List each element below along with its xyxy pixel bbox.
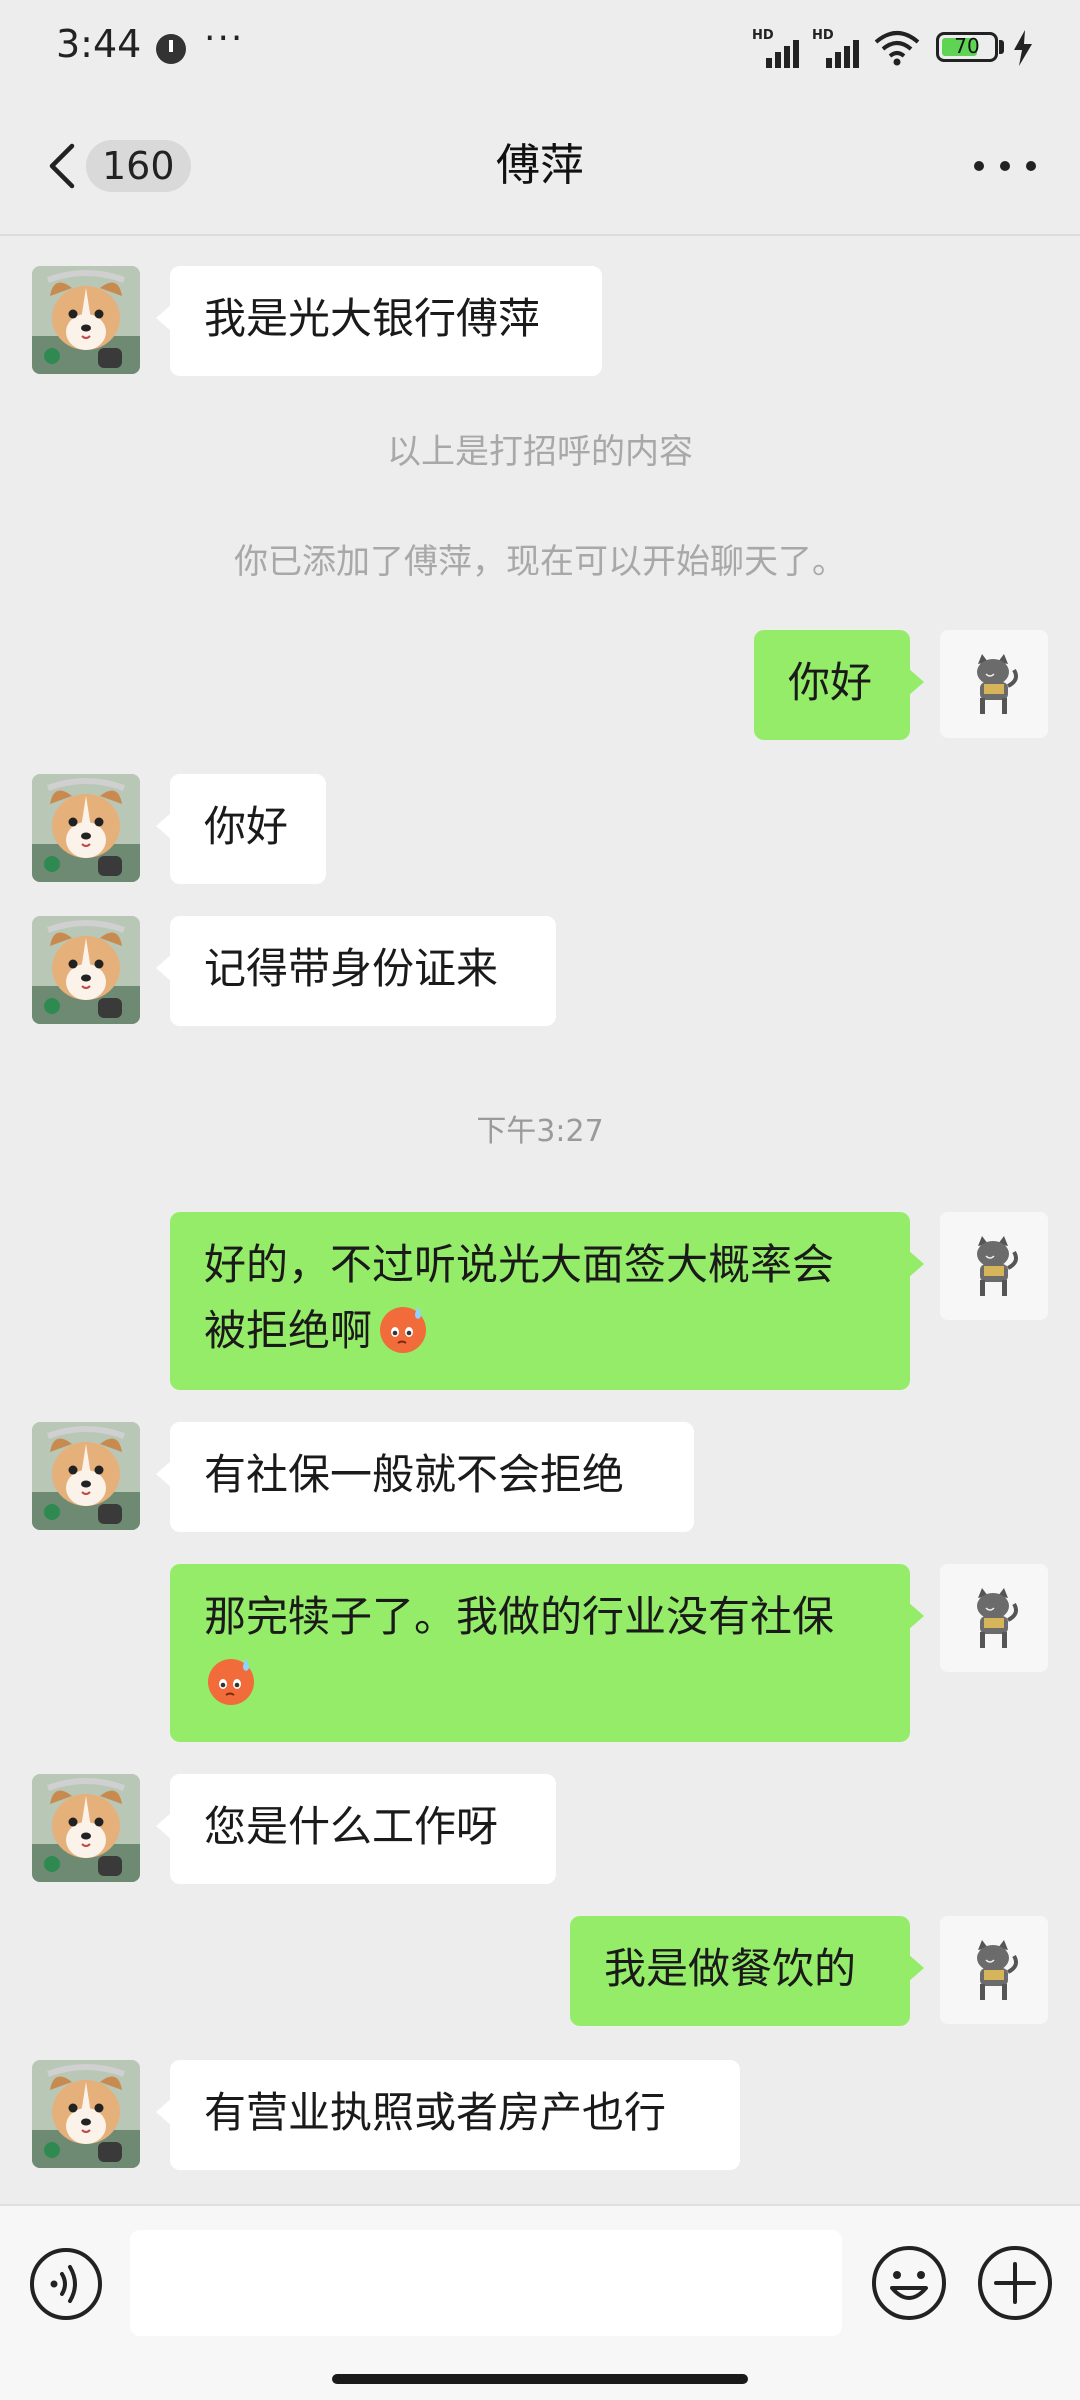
status-bar: 3:44 ··· HD HD 70 <box>0 0 1080 96</box>
outgoing-message[interactable]: 你好 <box>754 630 924 740</box>
status-time: 3:44 <box>56 22 142 66</box>
incoming-message[interactable]: 有营业执照或者房产也行 <box>156 2060 740 2170</box>
plus-icon[interactable] <box>976 2244 1054 2322</box>
message-line: 被拒绝啊 <box>204 1298 876 1364</box>
message-text: 被拒绝啊 <box>204 1306 373 1355</box>
contact-avatar[interactable] <box>32 774 140 882</box>
sweat-face-emoji-icon <box>376 1301 430 1355</box>
my-avatar[interactable] <box>940 1564 1048 1672</box>
more-dots-icon <box>1000 161 1010 171</box>
emoji-icon[interactable] <box>870 2244 948 2322</box>
outgoing-message[interactable]: 我是做餐饮的 <box>570 1916 924 2026</box>
signal-icon: HD <box>812 28 864 68</box>
more-dots-icon <box>974 161 984 171</box>
contact-avatar[interactable] <box>32 916 140 1024</box>
outgoing-message[interactable]: 那完犊子了。我做的行业没有社保 <box>170 1564 924 1742</box>
message-line: 那完犊子了。我做的行业没有社保 <box>204 1592 835 1641</box>
more-options-button[interactable] <box>970 144 1040 188</box>
chat-title: 傅萍 <box>496 140 584 191</box>
incoming-message[interactable]: 您是什么工作呀 <box>156 1774 556 1884</box>
signal-hd-label: HD <box>752 28 774 43</box>
signal-icon: HD <box>752 28 804 68</box>
message-line: 好的，不过听说光大面签大概率会 <box>204 1240 835 1289</box>
input-bar <box>0 2204 1080 2400</box>
incoming-message[interactable]: 你好 <box>156 774 326 884</box>
my-avatar[interactable] <box>940 1916 1048 2024</box>
chevron-left-icon <box>49 143 75 189</box>
system-notice: 以上是打招呼的内容 <box>387 432 693 472</box>
back-button[interactable]: 160 <box>36 136 191 196</box>
contact-avatar[interactable] <box>32 2060 140 2168</box>
message-timestamp: 下午3:27 <box>476 1114 604 1149</box>
more-dots-icon <box>1026 161 1036 171</box>
voice-icon[interactable] <box>28 2246 104 2322</box>
battery-cap <box>999 40 1004 54</box>
message-input[interactable] <box>130 2230 842 2336</box>
chat-screen: 3:44 ··· HD HD 70 160 傅萍 我是光大银行傅萍 以上是打招呼… <box>0 0 1080 2400</box>
outgoing-message[interactable]: 好的，不过听说光大面签大概率会 被拒绝啊 <box>170 1212 924 1390</box>
alarm-icon <box>156 34 186 64</box>
my-avatar[interactable] <box>940 1212 1048 1320</box>
incoming-message[interactable]: 有社保一般就不会拒绝 <box>156 1422 694 1532</box>
home-indicator[interactable] <box>332 2374 748 2384</box>
contact-avatar[interactable] <box>32 1422 140 1530</box>
message-line <box>204 1650 876 1716</box>
charging-icon <box>1014 30 1032 66</box>
battery-text: 70 <box>954 34 980 58</box>
chat-header: 160 傅萍 <box>0 96 1080 236</box>
sweat-face-emoji-icon <box>204 1653 258 1707</box>
contact-avatar[interactable] <box>32 1774 140 1882</box>
header-divider <box>0 234 1080 236</box>
signal-hd-label: HD <box>812 28 834 43</box>
system-notice: 你已添加了傅萍，现在可以开始聊天了。 <box>234 542 846 582</box>
wifi-icon <box>874 31 920 66</box>
unread-count-badge: 160 <box>86 140 191 192</box>
incoming-message[interactable]: 记得带身份证来 <box>156 916 556 1026</box>
battery-icon: 70 <box>936 32 998 62</box>
contact-avatar[interactable] <box>32 266 140 374</box>
status-more-indicator: ··· <box>204 18 245 59</box>
incoming-message[interactable]: 我是光大银行傅萍 <box>156 266 602 376</box>
my-avatar[interactable] <box>940 630 1048 738</box>
